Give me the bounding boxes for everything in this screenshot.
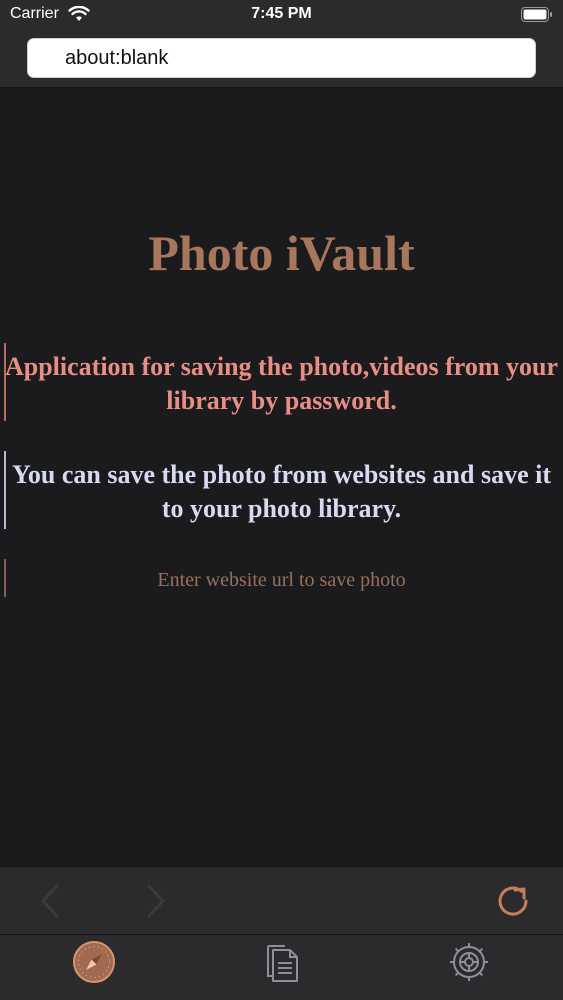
tab-bar xyxy=(0,934,563,1000)
description-text: You can save the photo from websites and… xyxy=(11,460,552,523)
compass-icon[interactable] xyxy=(71,939,117,985)
reload-icon[interactable] xyxy=(493,881,533,921)
page-title: Photo iVault xyxy=(148,225,415,281)
description-text: Application for saving the photo,videos … xyxy=(4,352,559,415)
chevron-left-icon[interactable] xyxy=(30,881,70,921)
url-input[interactable]: about:blank xyxy=(27,38,536,78)
battery-icon xyxy=(521,7,552,22)
chevron-right-icon[interactable] xyxy=(136,881,176,921)
browser-toolbar xyxy=(0,866,563,934)
status-bar: Carrier 7:45 PM xyxy=(0,0,563,30)
address-bar: about:blank xyxy=(0,30,563,88)
clock: 7:45 PM xyxy=(251,5,312,22)
hint-text: Enter website url to save photo xyxy=(157,569,406,591)
documents-icon[interactable] xyxy=(259,939,305,985)
web-view: Photo iVault Application for saving the … xyxy=(0,88,563,866)
gear-icon[interactable] xyxy=(446,939,492,985)
